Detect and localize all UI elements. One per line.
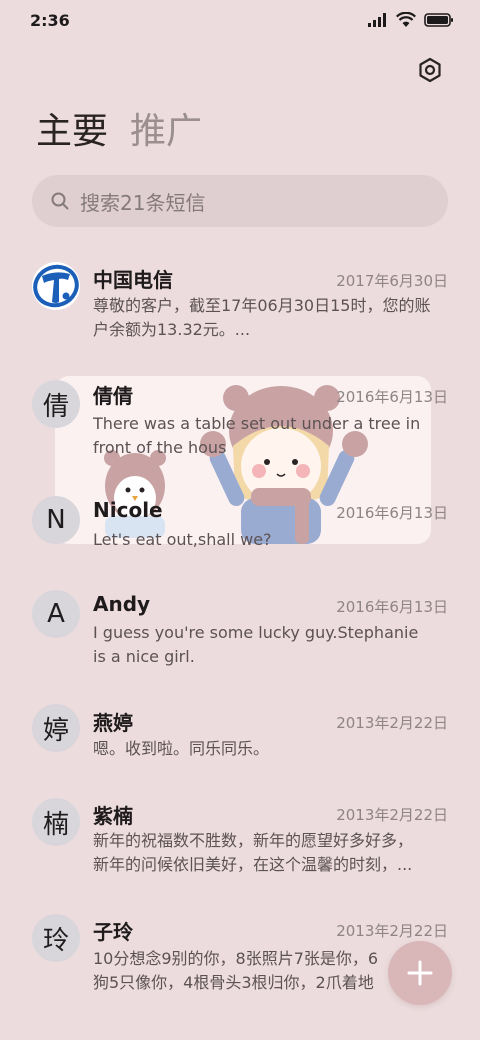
status-bar: 2:36 (0, 0, 480, 44)
message-date: 2013年2月22日 (336, 806, 448, 824)
avatar: 倩 (32, 380, 80, 428)
message-date: 2013年2月22日 (336, 714, 448, 732)
message-date: 2016年6月13日 (336, 388, 448, 406)
message-preview: 新年的祝福数不胜数，新年的愿望好多好多， 新年的问候依旧美好，在这个温馨的时刻，… (93, 831, 414, 874)
search-placeholder: 搜索21条短信 (80, 190, 206, 215)
avatar: A (32, 590, 80, 638)
message-preview: 10分想念9别的你，8张照片7张是你，6 狗5只像你，4根骨头3根归你，2爪着地 (93, 949, 379, 992)
settings-button[interactable] (414, 54, 446, 86)
sender-name: Andy (93, 592, 151, 616)
message-preview: I guess you're some lucky guy.Stephanie … (93, 623, 419, 666)
status-time: 2:36 (30, 11, 70, 30)
message-date: 2017年6月30日 (336, 272, 448, 290)
avatar: 玲 (32, 914, 80, 962)
avatar: 婷 (32, 704, 80, 752)
tab-primary[interactable]: 主要 (36, 108, 108, 156)
message-preview: 尊敬的客户，截至17年06月30日15时，您的账 户余额为13.32元。... (93, 296, 431, 339)
message-item[interactable]: 中国电信 2017年6月30日 尊敬的客户，截至17年06月30日15时，您的账… (0, 262, 480, 352)
battery-icon (424, 12, 453, 27)
china-telecom-logo (32, 262, 80, 310)
new-message-button[interactable] (388, 941, 452, 1005)
wifi-icon (396, 12, 416, 27)
plus-icon (407, 960, 433, 986)
message-item[interactable]: 婷 燕婷 2013年2月22日 嗯。收到啦。同乐同乐。 (0, 704, 480, 764)
avatar: 楠 (32, 798, 80, 846)
message-preview: There was a table set out under a tree i… (93, 414, 421, 457)
avatar (32, 262, 80, 310)
sender-name: 倩倩 (93, 384, 133, 408)
message-item[interactable]: 楠 紫楠 2013年2月22日 新年的祝福数不胜数，新年的愿望好多好多， 新年的… (0, 798, 480, 878)
message-item[interactable]: N Nicole 2016年6月13日 Let's eat out,shall … (0, 496, 480, 556)
message-item[interactable]: A Andy 2016年6月13日 I guess you're some lu… (0, 590, 480, 670)
search-icon (51, 192, 69, 210)
sender-name: Nicole (93, 498, 163, 522)
message-date: 2016年6月13日 (336, 504, 448, 522)
message-item[interactable]: 倩 倩倩 2016年6月13日 There was a table set ou… (0, 380, 480, 460)
tab-promotions[interactable]: 推广 (130, 108, 202, 156)
message-preview: Let's eat out,shall we? (93, 530, 272, 549)
sender-name: 紫楠 (93, 804, 133, 828)
avatar: N (32, 496, 80, 544)
sender-name: 中国电信 (93, 268, 173, 292)
status-icons (368, 12, 454, 27)
message-preview: 嗯。收到啦。同乐同乐。 (93, 739, 270, 758)
search-input[interactable]: 搜索21条短信 (32, 175, 448, 227)
message-date: 2016年6月13日 (336, 598, 448, 616)
gear-icon (419, 57, 441, 83)
tab-bar: 主要 推广 (36, 108, 202, 156)
sender-name: 子玲 (93, 920, 133, 944)
sender-name: 燕婷 (93, 711, 133, 735)
message-date: 2013年2月22日 (336, 922, 448, 940)
signal-icon (368, 12, 386, 27)
